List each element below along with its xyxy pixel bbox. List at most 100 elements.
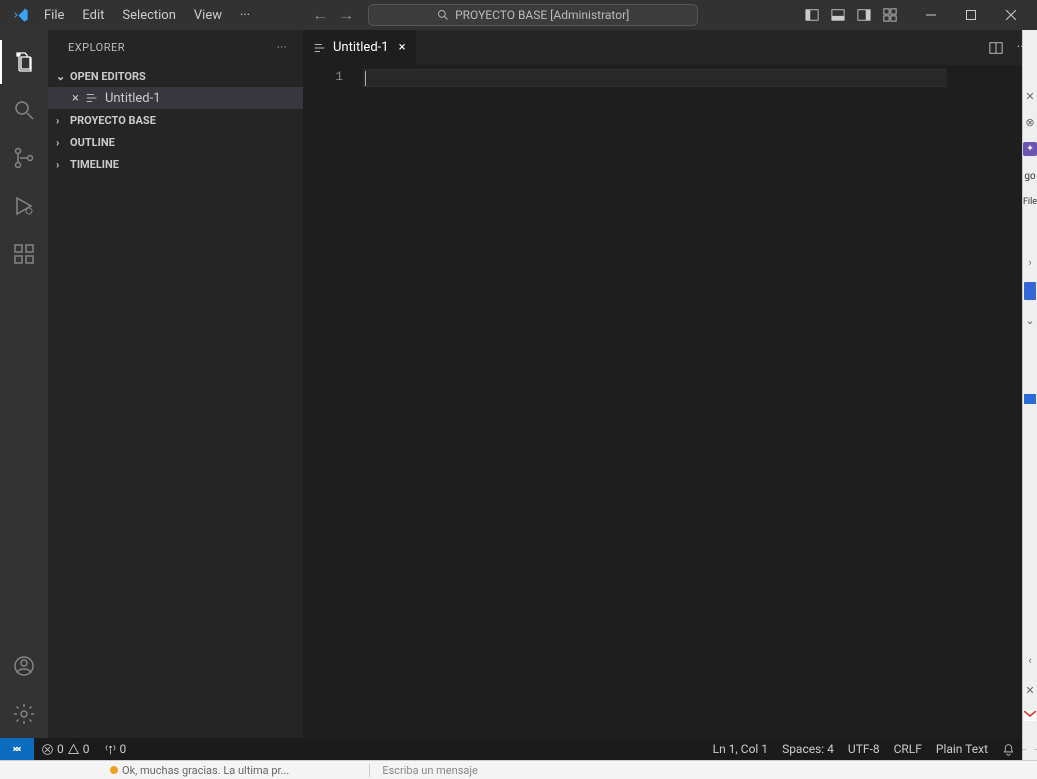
right-close-2-icon[interactable]: ✕ (1024, 684, 1036, 696)
search-icon (437, 9, 449, 21)
sidebar-title: EXPLORER (68, 41, 125, 54)
window-close-icon[interactable] (991, 0, 1031, 30)
file-icon (85, 91, 99, 105)
command-center[interactable]: PROYECTO BASE [Administrator] (368, 4, 698, 26)
right-edge-panel: ✕ ⊗ ✦ go File › ⌄ ‹ ✕ ← → (1022, 30, 1037, 760)
chevron-right-icon: › (56, 136, 66, 149)
activity-explorer-icon[interactable] (0, 38, 48, 86)
nav-forward-icon[interactable]: → (338, 5, 354, 25)
status-encoding[interactable]: UTF-8 (841, 738, 887, 760)
activity-bar (0, 30, 48, 738)
remote-indicator[interactable] (0, 738, 34, 760)
warning-count: 0 (83, 742, 90, 756)
editor-area: Untitled-1 × ··· 1 (303, 30, 1037, 738)
activity-extensions-icon[interactable] (0, 230, 48, 278)
status-notifications-icon[interactable] (995, 738, 1022, 760)
editor-body[interactable]: 1 (303, 65, 1037, 738)
tab-label: Untitled-1 (333, 40, 389, 55)
open-editor-label: Untitled-1 (105, 91, 161, 106)
toggle-panel-icon[interactable] (831, 8, 845, 22)
toggle-primary-sidebar-icon[interactable] (805, 8, 819, 22)
activity-run-debug-icon[interactable] (0, 182, 48, 230)
right-forward-icon[interactable]: → (1031, 742, 1037, 754)
text-cursor (365, 71, 366, 86)
split-editor-icon[interactable] (989, 41, 1003, 55)
menu-more-icon[interactable]: ··· (232, 4, 258, 27)
chevron-right-icon: › (56, 114, 66, 127)
status-ports[interactable]: 0 (97, 738, 134, 760)
menu-selection[interactable]: Selection (114, 4, 183, 27)
nav-back-icon[interactable]: ← (312, 5, 328, 25)
sidebar-header: EXPLORER ··· (48, 30, 303, 65)
open-editor-item[interactable]: × Untitled-1 (48, 87, 303, 109)
titlebar: File Edit Selection View ··· ← → PROYECT… (0, 0, 1037, 30)
right-label-1: go (1024, 170, 1036, 182)
line-number: 1 (303, 69, 343, 84)
layout-controls (805, 8, 897, 22)
status-dot-icon (110, 766, 118, 774)
right-close-icon[interactable]: ✕ (1024, 90, 1036, 102)
section-outline-label: OUTLINE (70, 136, 115, 149)
section-open-editors[interactable]: ⌄ OPEN EDITORS (48, 65, 303, 87)
chat-input[interactable]: Escriba un mensaje (369, 764, 1037, 777)
command-center-text: PROYECTO BASE [Administrator] (455, 8, 629, 22)
menubar: File Edit Selection View ··· (36, 4, 258, 27)
activity-settings-icon[interactable] (0, 690, 48, 738)
right-chevron-icon[interactable]: › (1024, 256, 1036, 268)
editor-content[interactable] (363, 65, 1037, 738)
status-problems[interactable]: 0 0 (34, 738, 97, 760)
sidebar-more-icon[interactable]: ··· (277, 41, 287, 54)
toggle-secondary-sidebar-icon[interactable] (857, 8, 871, 22)
chat-placeholder: Escriba un mensaje (382, 764, 478, 777)
editor-tabs: Untitled-1 × ··· (303, 30, 1037, 65)
section-outline[interactable]: › OUTLINE (48, 131, 303, 153)
section-open-editors-label: OPEN EDITORS (70, 70, 146, 83)
activity-source-control-icon[interactable] (0, 134, 48, 182)
window-maximize-icon[interactable] (951, 0, 991, 30)
window-controls (911, 0, 1031, 30)
chat-preview-text: Ok, muchas gracias. La ultima pr... (122, 764, 289, 777)
tab-close-icon[interactable]: × (399, 40, 406, 55)
error-count: 0 (57, 742, 64, 756)
chevron-right-icon: › (56, 158, 66, 171)
status-cursor-position[interactable]: Ln 1, Col 1 (706, 738, 775, 760)
close-editor-icon[interactable]: × (72, 91, 79, 106)
menu-file[interactable]: File (36, 4, 72, 27)
status-indentation[interactable]: Spaces: 4 (775, 738, 841, 760)
section-project[interactable]: › PROYECTO BASE (48, 109, 303, 131)
nav-arrows: ← → (312, 5, 354, 25)
activity-search-icon[interactable] (0, 86, 48, 134)
file-icon (313, 41, 327, 55)
editor-gutter: 1 (303, 65, 363, 738)
ports-count: 0 (120, 742, 127, 756)
customize-layout-icon[interactable] (883, 8, 897, 22)
warning-icon (67, 743, 80, 756)
section-timeline-label: TIMELINE (70, 158, 119, 171)
menu-edit[interactable]: Edit (74, 4, 112, 27)
error-icon (41, 743, 54, 756)
right-chevron-down-icon[interactable]: ⌄ (1024, 314, 1036, 326)
section-timeline[interactable]: › TIMELINE (48, 153, 303, 175)
right-gmail-icon[interactable] (1024, 710, 1036, 722)
radio-tower-icon (104, 743, 117, 756)
right-badge-icon[interactable] (1024, 394, 1036, 404)
vscode-logo-icon (12, 6, 30, 24)
chat-preview[interactable]: Ok, muchas gracias. La ultima pr... (70, 764, 289, 777)
right-chevron-left-icon[interactable]: ‹ (1024, 654, 1036, 666)
section-project-label: PROYECTO BASE (70, 114, 156, 127)
editor-tab-untitled[interactable]: Untitled-1 × (303, 30, 417, 65)
chevron-down-icon: ⌄ (56, 70, 66, 83)
right-close-icon-2[interactable]: ⊗ (1024, 116, 1036, 128)
status-language[interactable]: Plain Text (929, 738, 995, 760)
activity-account-icon[interactable] (0, 642, 48, 690)
menu-view[interactable]: View (186, 4, 230, 27)
window-minimize-icon[interactable] (911, 0, 951, 30)
status-eol[interactable]: CRLF (887, 738, 929, 760)
current-line (363, 69, 947, 87)
right-thumb-icon[interactable] (1024, 282, 1036, 300)
right-label-2: File (1024, 196, 1036, 208)
status-bar: 0 0 0 Ln 1, Col 1 Spaces: 4 UTF-8 CRLF P… (0, 738, 1022, 760)
os-taskbar-fragment: Ok, muchas gracias. La ultima pr... Escr… (0, 760, 1037, 779)
right-person-icon[interactable]: ✦ (1023, 142, 1037, 156)
sidebar-explorer: EXPLORER ··· ⌄ OPEN EDITORS × Untitled-1… (48, 30, 303, 738)
